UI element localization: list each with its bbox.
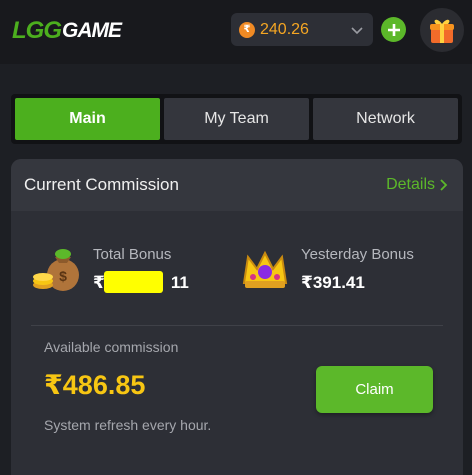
top-bar: LGG GAME ₹ 240.26 bbox=[0, 0, 472, 64]
total-bonus-suffix: 11 bbox=[170, 272, 189, 292]
logo: LGG GAME bbox=[12, 16, 122, 46]
yesterday-bonus-block: Yesterday Bonus ₹391.41 bbox=[239, 243, 414, 295]
logo-game: GAME bbox=[62, 19, 122, 42]
details-label: Details bbox=[386, 176, 435, 193]
refresh-note: System refresh every hour. bbox=[44, 417, 212, 433]
commission-card-header: Current Commission Details bbox=[11, 159, 463, 211]
yesterday-bonus-label: Yesterday Bonus bbox=[301, 245, 414, 263]
chevron-right-icon bbox=[440, 179, 448, 191]
commission-card: Current Commission Details $ Total Bonus… bbox=[11, 159, 463, 475]
available-commission-label: Available commission bbox=[44, 339, 179, 355]
details-link[interactable]: Details bbox=[386, 176, 449, 194]
yesterday-bonus-value: ₹391.41 bbox=[301, 272, 365, 292]
balance-value: 240.26 bbox=[260, 20, 309, 38]
tab-bar: Main My Team Network bbox=[11, 94, 462, 144]
svg-text:$: $ bbox=[59, 268, 67, 284]
add-funds-button[interactable] bbox=[381, 17, 406, 42]
available-commission-value: ₹486.85 bbox=[44, 370, 146, 400]
plus-icon bbox=[387, 23, 400, 36]
card-title: Current Commission bbox=[24, 175, 179, 194]
gift-button[interactable] bbox=[420, 8, 464, 52]
total-bonus-label: Total Bonus bbox=[93, 245, 172, 263]
total-bonus-value: ₹11 bbox=[93, 270, 189, 293]
crown-icon bbox=[242, 250, 288, 288]
tab-main[interactable]: Main bbox=[15, 98, 160, 140]
total-bonus-block: $ Total Bonus ₹11 bbox=[31, 243, 189, 295]
tab-network[interactable]: Network bbox=[313, 98, 458, 140]
gift-icon bbox=[430, 19, 454, 43]
divider bbox=[31, 325, 443, 326]
rupee-coin-icon: ₹ bbox=[239, 21, 255, 38]
logo-lgg: LGG bbox=[12, 17, 62, 44]
money-bag-icon: $ bbox=[33, 249, 79, 291]
balance-selector[interactable]: ₹ 240.26 bbox=[231, 13, 373, 46]
chevron-down-icon bbox=[351, 27, 363, 35]
tab-my-team[interactable]: My Team bbox=[164, 98, 309, 140]
redaction-highlight bbox=[104, 270, 163, 293]
claim-button[interactable]: Claim bbox=[316, 366, 433, 413]
